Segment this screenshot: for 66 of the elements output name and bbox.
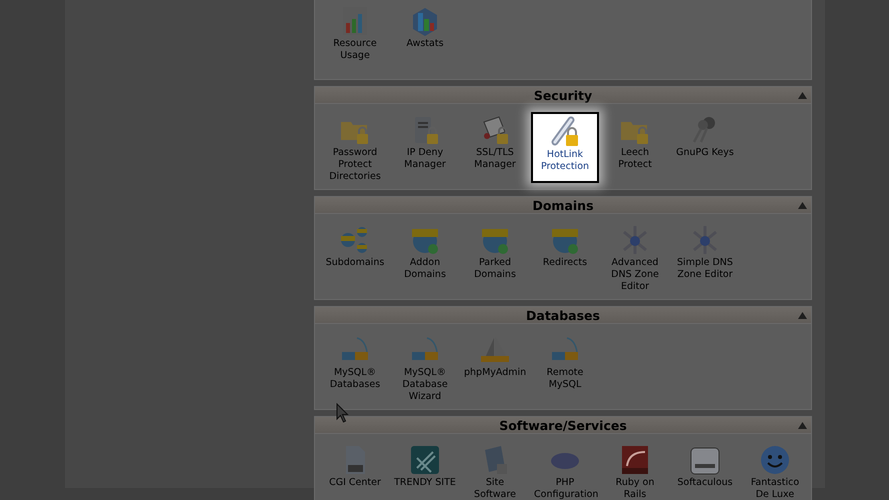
app-link[interactable]: CGI Center [320, 444, 390, 500]
locked-chain-icon [549, 116, 581, 148]
app-link[interactable]: Fantastico De Luxe [740, 444, 810, 500]
app-link[interactable]: MySQL® Databases [320, 334, 390, 403]
app-link[interactable]: Site Software [460, 444, 530, 500]
app-label: TRENDY SITE [394, 477, 456, 489]
app-link[interactable]: SSL/TLS Manager [460, 114, 530, 183]
section-header[interactable]: Security [315, 87, 811, 104]
app-label: Advanced DNS Zone Editor [610, 257, 660, 293]
section-title: Domains [532, 198, 594, 212]
section-header[interactable]: Software/Services [315, 417, 811, 434]
app-label: Fantastico De Luxe [750, 477, 800, 500]
app-link[interactable]: TRENDY SITE [390, 444, 460, 500]
app-link[interactable]: Parked Domains [460, 224, 530, 293]
mouse-pointer-icon [336, 403, 350, 423]
app-label: Parked Domains [473, 257, 517, 281]
app-link[interactable]: MySQL® Database Wizard [390, 334, 460, 403]
app-link[interactable]: Advanced DNS Zone Editor [600, 224, 670, 293]
app-link[interactable]: GnuPG Keys [670, 114, 740, 183]
app-link[interactable]: Remote MySQL [530, 334, 600, 403]
smiley-icon [759, 444, 791, 476]
app-link[interactable]: Resource Usage [320, 5, 390, 62]
collapse-icon[interactable] [798, 312, 807, 319]
app-label: Softaculous [676, 477, 734, 489]
app-label: SSL/TLS Manager [473, 147, 517, 171]
section-header[interactable]: Databases [315, 307, 811, 324]
app-link[interactable]: Leech Protect [600, 114, 670, 183]
section-title: Security [534, 88, 592, 102]
app-label: Leech Protect [617, 147, 653, 171]
app-label: CGI Center [328, 477, 382, 489]
app-link[interactable]: Ruby on Rails [600, 444, 670, 500]
app-label: PHP Configuration [534, 477, 596, 500]
app-label: Resource Usage [332, 38, 378, 62]
app-label: HotLink Protection [540, 149, 590, 173]
app-link[interactable]: Password Protect Directories [320, 114, 390, 183]
app-label: Awstats [405, 38, 445, 50]
app-link[interactable]: Simple DNS Zone Editor [670, 224, 740, 293]
app-label: MySQL® Database Wizard [401, 367, 449, 403]
app-link[interactable]: HotLink Protection [531, 112, 599, 183]
app-label: Addon Domains [403, 257, 447, 281]
app-label: Ruby on Rails [614, 477, 656, 500]
app-label: Simple DNS Zone Editor [676, 257, 734, 281]
app-label: Redirects [542, 257, 588, 269]
app-link[interactable]: Addon Domains [390, 224, 460, 293]
collapse-icon[interactable] [798, 92, 807, 99]
app-label: Remote MySQL [546, 367, 584, 391]
app-label: Site Software [473, 477, 517, 500]
app-label: IP Deny Manager [403, 147, 447, 171]
app-link[interactable]: Awstats [390, 5, 460, 62]
app-label: Password Protect Directories [328, 147, 382, 183]
app-link[interactable]: Subdomains [320, 224, 390, 293]
app-label: Subdomains [324, 257, 386, 269]
app-label: phpMyAdmin [464, 367, 526, 379]
section-header[interactable]: Domains [315, 197, 811, 214]
grid-building-icon [409, 444, 441, 476]
section-title: Databases [526, 308, 600, 322]
app-link[interactable]: PHP Configuration [530, 444, 600, 500]
section-title: Software/Services [499, 418, 627, 432]
collapse-icon[interactable] [798, 422, 807, 429]
app-link[interactable]: Redirects [530, 224, 600, 293]
app-link[interactable]: phpMyAdmin [460, 334, 530, 403]
app-label: MySQL® Databases [328, 367, 382, 391]
app-link[interactable]: IP Deny Manager [390, 114, 460, 183]
app-link[interactable]: Softaculous [670, 444, 740, 500]
collapse-icon[interactable] [798, 202, 807, 209]
app-label: GnuPG Keys [675, 147, 735, 159]
